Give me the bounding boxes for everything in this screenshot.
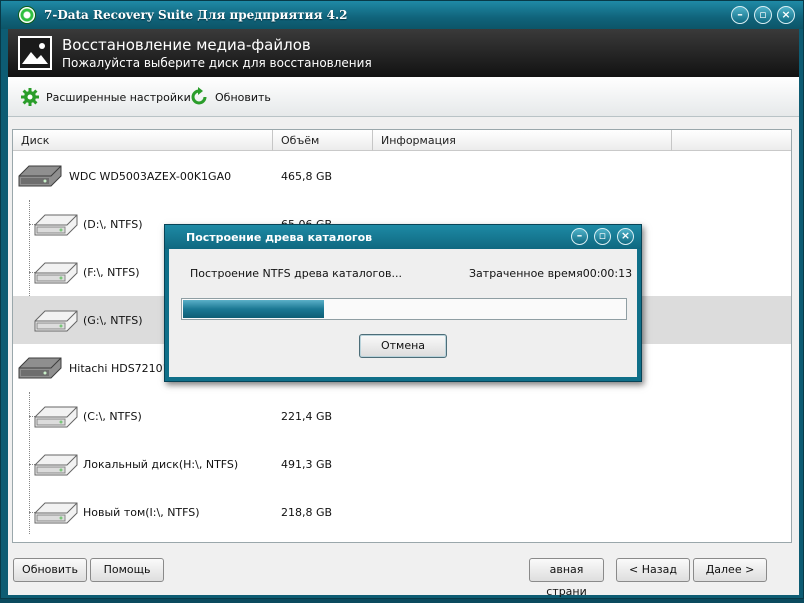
- column-separator[interactable]: [372, 130, 373, 151]
- column-separator[interactable]: [671, 130, 672, 151]
- hard-drive-icon: [18, 165, 62, 187]
- close-icon[interactable]: ×: [777, 6, 795, 24]
- refresh-label: Обновить: [215, 90, 271, 104]
- disk-name: Hitachi HDS721010: [69, 362, 177, 375]
- title-bar[interactable]: 7-Data Recovery Suite Для предприятия 4.…: [1, 1, 803, 29]
- footer-bar: Обновить Помощь авная страни < Назад Дал…: [8, 555, 799, 598]
- partition-icon: [34, 454, 78, 476]
- progress-bar: [181, 298, 627, 320]
- next-button[interactable]: Далее >: [693, 558, 767, 582]
- refresh-button[interactable]: Обновить: [189, 87, 271, 107]
- advanced-settings-label: Расширенные настройки: [46, 90, 191, 104]
- minimize-icon[interactable]: –: [571, 228, 588, 245]
- partition-icon: [34, 406, 78, 428]
- page-title: Восстановление медиа-файлов: [62, 36, 311, 54]
- partition-name: (F:\, NTFS): [83, 266, 140, 279]
- partition-size: 491,3 GB: [281, 458, 333, 471]
- progress-dialog: Построение древа каталогов – ▫ × Построе…: [164, 224, 642, 382]
- column-header-info[interactable]: Информация: [381, 134, 456, 147]
- column-header-size[interactable]: Объём: [281, 134, 319, 147]
- home-page-button[interactable]: авная страни: [529, 558, 604, 598]
- progress-fill: [183, 300, 324, 318]
- partition-name: Локальный диск(H:\, NTFS): [83, 458, 239, 471]
- partition-icon: [34, 310, 78, 332]
- partition-name: (C:\, NTFS): [83, 410, 142, 423]
- close-icon[interactable]: ×: [617, 228, 634, 245]
- toolbar: Расширенные настройки Обновить: [8, 77, 799, 117]
- dialog-title: Построение древа каталогов: [186, 231, 373, 244]
- page-header: Восстановление медиа-файлов Пожалуйста в…: [8, 29, 799, 77]
- maximize-icon[interactable]: ▫: [754, 6, 772, 24]
- elapsed-time: Затраченное время00:00:13: [469, 267, 632, 280]
- table-header: Диск Объём Информация: [13, 130, 791, 151]
- table-row[interactable]: WDC WD5003AZEX-00K1GA0 465,8 GB: [13, 152, 791, 200]
- partition-size: 221,4 GB: [281, 410, 333, 423]
- help-button[interactable]: Помощь: [90, 558, 164, 582]
- page-subtitle: Пожалуйста выберите диск для восстановле…: [62, 56, 372, 70]
- refresh-footer-button[interactable]: Обновить: [13, 558, 87, 582]
- disk-size: 465,8 GB: [281, 170, 333, 183]
- partition-icon: [34, 502, 78, 524]
- partition-size: 218,8 GB: [281, 506, 333, 519]
- minimize-icon[interactable]: –: [731, 6, 749, 24]
- cancel-button[interactable]: Отмена: [359, 334, 447, 358]
- window-title: 7-Data Recovery Suite Для предприятия 4.…: [44, 8, 348, 22]
- dialog-body: Построение NTFS древа каталогов... Затра…: [169, 249, 637, 377]
- app-logo-icon: [18, 6, 36, 24]
- partition-name: Новый том(I:\, NTFS): [83, 506, 200, 519]
- table-row[interactable]: (C:\, NTFS) 221,4 GB: [13, 392, 791, 440]
- table-row[interactable]: Локальный диск(H:\, NTFS) 491,3 GB: [13, 440, 791, 488]
- advanced-settings-button[interactable]: Расширенные настройки: [20, 87, 191, 107]
- dialog-title-bar[interactable]: Построение древа каталогов – ▫ ×: [165, 225, 641, 249]
- partition-icon: [34, 262, 78, 284]
- image-icon: [18, 36, 52, 70]
- app-window: 7-Data Recovery Suite Для предприятия 4.…: [0, 0, 804, 599]
- partition-icon: [34, 214, 78, 236]
- partition-name: (G:\, NTFS): [83, 314, 143, 327]
- column-separator[interactable]: [272, 130, 273, 151]
- back-button[interactable]: < Назад: [616, 558, 690, 582]
- column-header-disk[interactable]: Диск: [21, 134, 49, 147]
- gear-icon: [21, 88, 39, 106]
- maximize-icon[interactable]: ▫: [594, 228, 611, 245]
- partition-name: (D:\, NTFS): [83, 218, 143, 231]
- elapsed-value: 00:00:13: [582, 267, 633, 280]
- hard-drive-icon: [18, 357, 62, 379]
- table-row[interactable]: Новый том(I:\, NTFS) 218,8 GB: [13, 488, 791, 536]
- refresh-icon: [191, 87, 207, 105]
- disk-name: WDC WD5003AZEX-00K1GA0: [69, 170, 232, 183]
- elapsed-label: Затраченное время: [469, 267, 583, 280]
- dialog-message: Построение NTFS древа каталогов...: [190, 267, 402, 280]
